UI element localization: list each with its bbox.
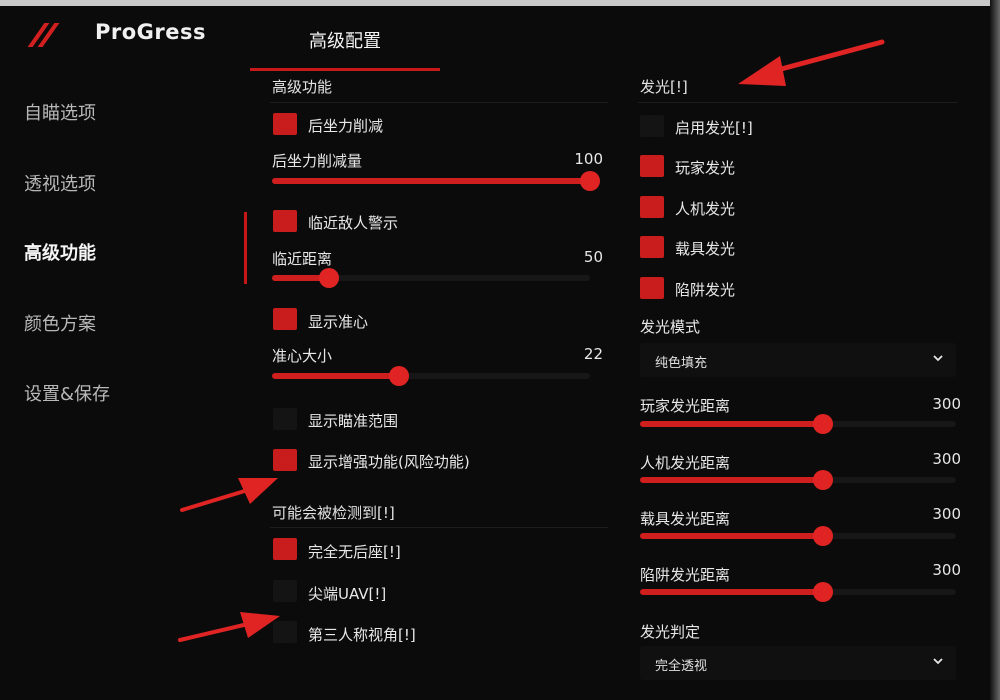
- section-title-advanced: 高级功能: [272, 78, 333, 96]
- section-title-risk: 可能会被检测到[!]: [272, 504, 395, 522]
- label-bot-glow: 人机发光: [675, 200, 736, 218]
- sidebar-item-settings[interactable]: 设置&保存: [24, 380, 110, 406]
- value-vehicle-glow-distance: 300: [932, 505, 961, 523]
- slider-thumb[interactable]: [319, 268, 340, 288]
- label-vehicle-glow: 载具发光: [675, 240, 736, 258]
- chevron-down-icon: [933, 355, 943, 362]
- label-crosshair-size: 准心大小: [272, 347, 333, 365]
- slider-recoil-amount[interactable]: [272, 171, 600, 191]
- slider-thumb[interactable]: [580, 171, 600, 191]
- slider-fill: [640, 421, 824, 427]
- checkbox-trap-glow[interactable]: [640, 277, 664, 299]
- value-bot-glow-distance: 300: [932, 450, 961, 468]
- slider-fill: [640, 477, 824, 483]
- window-right-edge: [990, 0, 1000, 700]
- slider-thumb[interactable]: [813, 470, 834, 490]
- slider-player-glow-distance[interactable]: [640, 414, 956, 434]
- slider-fill: [640, 589, 824, 595]
- label-glow-mode: 发光模式: [640, 318, 701, 336]
- label-enable-glow: 启用发光[!]: [675, 119, 753, 137]
- checkbox-recoil-reduce[interactable]: [273, 113, 297, 135]
- checkbox-show-crosshair[interactable]: [273, 308, 297, 330]
- app-title: ProGress: [95, 20, 207, 44]
- slider-trap-glow-distance[interactable]: [640, 582, 956, 602]
- checkbox-show-enhanced[interactable]: [273, 449, 297, 471]
- label-vehicle-glow-distance: 载具发光距离: [640, 510, 731, 528]
- value-player-glow-distance: 300: [932, 395, 961, 413]
- slider-thumb[interactable]: [389, 366, 410, 386]
- checkbox-bot-glow[interactable]: [640, 196, 664, 218]
- slider-thumb[interactable]: [813, 414, 834, 434]
- label-recoil-amount: 后坐力削减量: [272, 152, 363, 170]
- slider-fill: [272, 178, 590, 184]
- section-divider: [270, 102, 608, 103]
- label-recoil-reduce: 后坐力削减: [308, 117, 384, 135]
- slider-fill: [640, 533, 824, 539]
- label-sharp-uav: 尖端UAV[!]: [308, 585, 387, 603]
- annotation-arrow-icon: [180, 478, 278, 512]
- sidebar-active-indicator: [244, 212, 247, 284]
- dropdown-glow-mode[interactable]: 纯色填充: [640, 343, 956, 377]
- section-title-glow: 发光[!]: [640, 78, 688, 96]
- checkbox-player-glow[interactable]: [640, 155, 664, 177]
- chevron-down-icon: [933, 658, 943, 665]
- slider-bot-glow-distance[interactable]: [640, 470, 956, 490]
- slash-logo-icon: [27, 22, 60, 48]
- dropdown-glow-judge-value: 完全透视: [655, 659, 708, 674]
- label-show-aim-range: 显示瞄准范围: [308, 412, 399, 430]
- slider-proximity-distance[interactable]: [272, 268, 590, 288]
- checkbox-vehicle-glow[interactable]: [640, 236, 664, 258]
- tab-advanced-config[interactable]: 高级配置: [250, 24, 440, 72]
- value-trap-glow-distance: 300: [932, 561, 961, 579]
- sidebar-item-colors[interactable]: 颜色方案: [24, 310, 96, 336]
- label-trap-glow-distance: 陷阱发光距离: [640, 566, 731, 584]
- value-recoil-amount: 100: [574, 150, 603, 168]
- app-window: ProGress 自瞄选项 透视选项 高级功能 颜色方案 设置&保存 高级配置 …: [0, 0, 1000, 700]
- checkbox-enable-glow[interactable]: [640, 115, 664, 137]
- section-divider: [638, 102, 958, 103]
- dropdown-glow-judge[interactable]: 完全透视: [640, 646, 956, 680]
- dropdown-glow-mode-value: 纯色填充: [655, 356, 708, 371]
- label-proximity-warning: 临近敌人警示: [308, 214, 399, 232]
- value-crosshair-size: 22: [583, 345, 603, 363]
- slider-thumb[interactable]: [813, 582, 834, 602]
- slider-fill: [272, 373, 400, 379]
- annotation-arrow-icon: [738, 39, 885, 86]
- sidebar-item-esp[interactable]: 透视选项: [24, 170, 96, 196]
- label-trap-glow: 陷阱发光: [675, 281, 736, 299]
- label-show-crosshair: 显示准心: [308, 313, 369, 331]
- slider-crosshair-size[interactable]: [272, 366, 590, 386]
- label-show-enhanced: 显示增强功能(风险功能): [308, 453, 470, 471]
- label-third-person: 第三人称视角[!]: [308, 626, 416, 644]
- tab-underline: [250, 68, 440, 71]
- checkbox-no-recoil[interactable]: [273, 538, 297, 560]
- label-proximity-distance: 临近距离: [272, 250, 333, 268]
- checkbox-show-aim-range[interactable]: [273, 408, 297, 430]
- value-proximity-distance: 50: [583, 248, 603, 266]
- window-top-edge: [0, 0, 1000, 6]
- annotation-arrow-icon: [178, 612, 280, 642]
- sidebar-item-advanced[interactable]: 高级功能: [24, 239, 96, 265]
- sidebar-item-aimbot[interactable]: 自瞄选项: [24, 99, 96, 125]
- label-player-glow-distance: 玩家发光距离: [640, 397, 731, 415]
- slider-vehicle-glow-distance[interactable]: [640, 526, 956, 546]
- checkbox-proximity-warning[interactable]: [273, 210, 297, 232]
- slider-thumb[interactable]: [813, 526, 834, 546]
- label-glow-judge: 发光判定: [640, 623, 701, 641]
- label-no-recoil: 完全无后座[!]: [308, 543, 401, 561]
- label-player-glow: 玩家发光: [675, 159, 736, 177]
- label-bot-glow-distance: 人机发光距离: [640, 454, 731, 472]
- checkbox-sharp-uav[interactable]: [273, 580, 297, 602]
- section-divider: [270, 527, 608, 528]
